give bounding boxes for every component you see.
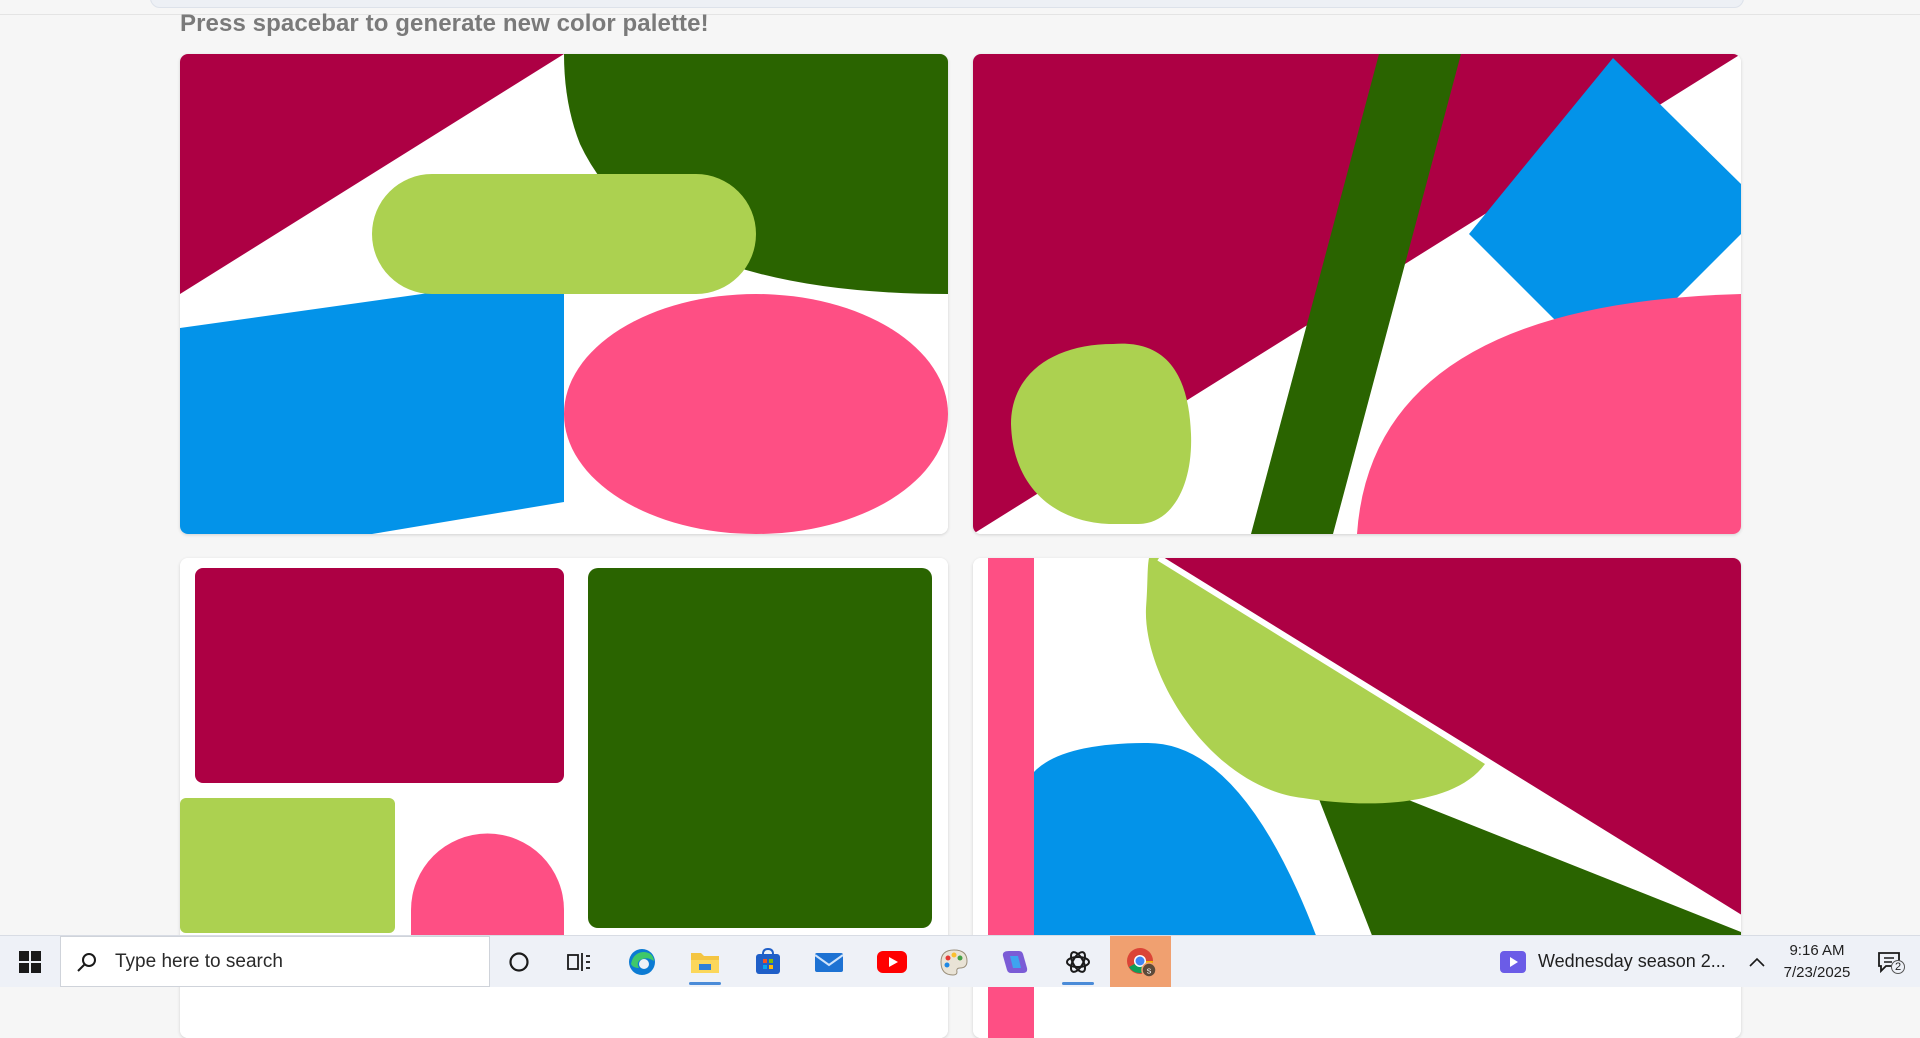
pink-ellipse — [564, 294, 948, 534]
palette-card-1[interactable] — [180, 54, 948, 534]
crimson-rectangle — [195, 568, 564, 783]
task-view-icon — [567, 952, 590, 971]
system-clock[interactable]: 9:16 AM 7/23/2025 — [1772, 936, 1862, 987]
windows-logo-icon — [19, 950, 41, 973]
copilot-button[interactable] — [987, 936, 1043, 987]
notification-center-button[interactable]: 2 — [1864, 936, 1914, 987]
youtube-icon — [877, 950, 907, 973]
windows-taskbar: s Wednesday season 2... 9:16 AM 7/23/202… — [0, 935, 1920, 987]
paint-button[interactable] — [926, 936, 982, 987]
search-icon — [75, 950, 99, 974]
lime-pill — [372, 174, 756, 294]
running-indicator — [1062, 982, 1094, 985]
svg-text:s: s — [1146, 965, 1151, 975]
mail-icon — [814, 952, 844, 972]
chrome-button[interactable]: s — [1110, 936, 1171, 987]
palette-card-2[interactable] — [973, 54, 1741, 534]
running-indicator — [689, 982, 721, 985]
browser-top-bar — [150, 0, 1744, 8]
media-title: Wednesday season 2... — [1538, 951, 1726, 971]
notification-count: 2 — [1891, 960, 1906, 974]
edge-icon — [629, 948, 655, 975]
cortana-icon — [509, 951, 529, 972]
taskbar-search[interactable] — [60, 936, 490, 987]
file-explorer-button[interactable] — [677, 936, 733, 987]
chevron-up-icon — [1749, 957, 1765, 967]
file-explorer-icon — [691, 952, 719, 973]
copilot-icon — [1002, 950, 1028, 973]
clock-time: 9:16 AM — [1789, 941, 1845, 959]
media-widget[interactable]: Wednesday season 2... — [1500, 936, 1726, 987]
video-player-icon — [1500, 950, 1526, 973]
microsoft-store-button[interactable] — [740, 936, 796, 987]
page-hint: Press spacebar to generate new color pal… — [180, 10, 709, 37]
microsoft-store-icon — [756, 947, 780, 974]
youtube-button[interactable] — [864, 936, 920, 987]
cortana-button[interactable] — [491, 936, 547, 987]
lime-rectangle — [180, 798, 395, 933]
mail-button[interactable] — [801, 936, 857, 987]
clock-date: 7/23/2025 — [1783, 963, 1851, 981]
chatgpt-icon — [1066, 950, 1090, 973]
start-button[interactable] — [0, 936, 60, 987]
show-hidden-icons-button[interactable] — [1742, 936, 1772, 987]
chatgpt-button[interactable] — [1050, 936, 1106, 987]
search-input[interactable] — [113, 949, 477, 974]
task-view-button[interactable] — [551, 936, 607, 987]
edge-button[interactable] — [614, 936, 670, 987]
chrome-icon: s — [1126, 947, 1157, 978]
forest-rectangle — [588, 568, 932, 928]
paint-icon — [940, 948, 968, 976]
